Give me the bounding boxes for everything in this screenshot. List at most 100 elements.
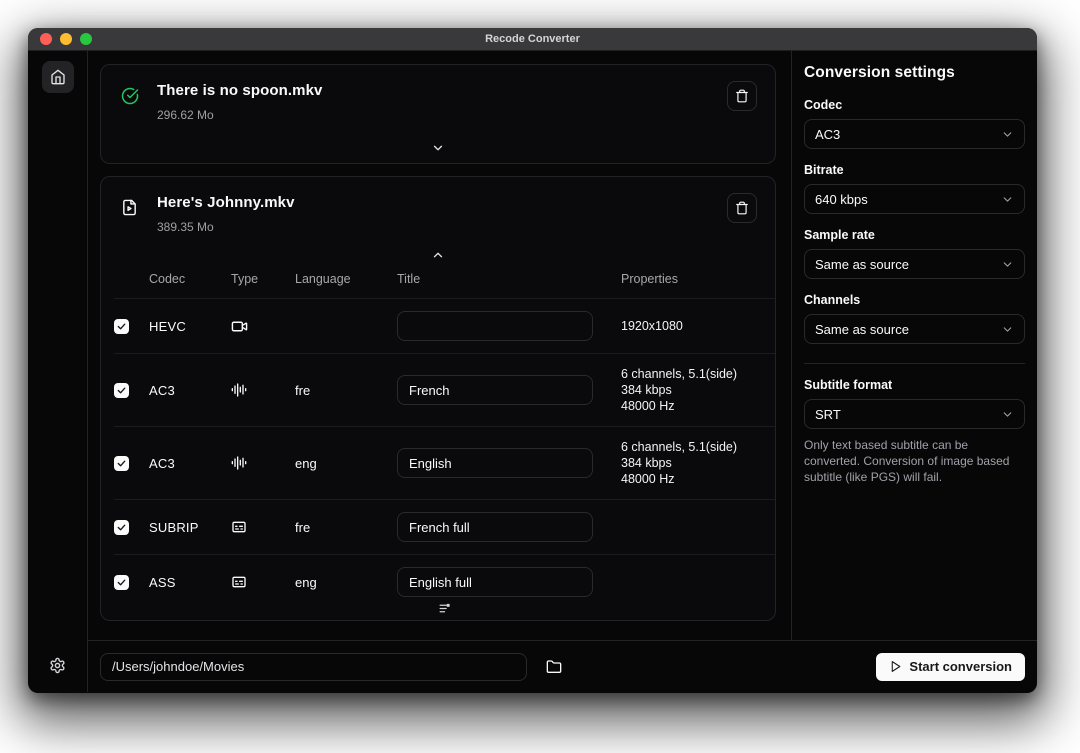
- track-title-input[interactable]: [397, 567, 593, 597]
- settings-button[interactable]: [45, 652, 71, 678]
- track-language: eng: [295, 575, 397, 590]
- property-line: 384 kbps: [621, 382, 775, 398]
- gear-icon: [49, 657, 66, 674]
- minimize-button[interactable]: [60, 33, 72, 45]
- start-conversion-button[interactable]: Start conversion: [876, 653, 1025, 681]
- chevron-down-icon: [1001, 408, 1014, 421]
- track-language: fre: [295, 520, 397, 535]
- track-checkbox[interactable]: [114, 520, 129, 535]
- captions-icon: [231, 519, 247, 535]
- track-codec: SUBRIP: [149, 520, 231, 535]
- chevron-down-icon: [1001, 128, 1014, 141]
- check-icon: [116, 385, 127, 396]
- track-table-header: Codec Type Language Title Properties: [114, 272, 775, 286]
- chevron-down-icon: [1001, 258, 1014, 271]
- track-row: ASS eng: [114, 554, 775, 609]
- delete-file-button[interactable]: [727, 81, 757, 111]
- file-video-icon: [121, 199, 139, 216]
- column-header-language: Language: [295, 272, 397, 286]
- track-title-input[interactable]: [397, 448, 593, 478]
- expand-file-toggle[interactable]: [101, 137, 775, 163]
- folder-icon: [546, 659, 562, 675]
- start-conversion-label: Start conversion: [909, 659, 1012, 674]
- track-type: [231, 519, 295, 535]
- track-language: fre: [295, 383, 397, 398]
- bitrate-value: 640 kbps: [815, 192, 868, 207]
- subtitle-note: Only text based subtitle can be converte…: [804, 438, 1025, 486]
- track-row: SUBRIP fre: [114, 499, 775, 554]
- check-icon: [116, 577, 127, 588]
- traffic-lights: [40, 33, 92, 45]
- file-name: There is no spoon.mkv: [157, 81, 322, 101]
- column-header-properties: Properties: [621, 272, 775, 286]
- file-name: Here's Johnny.mkv: [157, 193, 295, 213]
- list-end-icon: [114, 602, 775, 620]
- video-icon: [231, 318, 248, 335]
- track-type: [231, 574, 295, 590]
- track-checkbox[interactable]: [114, 319, 129, 334]
- codec-select[interactable]: AC3: [804, 119, 1025, 149]
- track-language: eng: [295, 456, 397, 471]
- bitrate-select[interactable]: 640 kbps: [804, 184, 1025, 214]
- captions-icon: [231, 574, 247, 590]
- app-window: Recode Converter: [28, 28, 1037, 693]
- settings-heading: Conversion settings: [804, 64, 1025, 82]
- file-size: 389.35 Mo: [157, 220, 295, 234]
- close-button[interactable]: [40, 33, 52, 45]
- audio-lines-icon: [231, 455, 247, 471]
- channels-select[interactable]: Same as source: [804, 314, 1025, 344]
- window-title: Recode Converter: [28, 33, 1037, 45]
- channels-value: Same as source: [815, 322, 909, 337]
- sidebar: [28, 51, 88, 692]
- sample-rate-select[interactable]: Same as source: [804, 249, 1025, 279]
- file-card-converted: There is no spoon.mkv 296.62 Mo: [100, 64, 776, 164]
- track-type: [231, 455, 295, 471]
- column-header-type: Type: [231, 272, 295, 286]
- track-checkbox[interactable]: [114, 575, 129, 590]
- sample-rate-value: Same as source: [815, 257, 909, 272]
- audio-lines-icon: [231, 382, 247, 398]
- track-row: HEVC 1920x1080: [114, 298, 775, 353]
- codec-value: AC3: [815, 127, 840, 142]
- track-codec: ASS: [149, 575, 231, 590]
- property-line: 6 channels, 5.1(side): [621, 439, 775, 455]
- track-title-input[interactable]: [397, 311, 593, 341]
- property-line: 384 kbps: [621, 455, 775, 471]
- track-properties: 6 channels, 5.1(side)384 kbps48000 Hz: [621, 366, 775, 414]
- track-row: AC3 fre 6 channels, 5.1(side)384 kbps480…: [114, 353, 775, 426]
- settings-divider: [804, 363, 1025, 364]
- subtitle-format-select[interactable]: SRT: [804, 399, 1025, 429]
- track-row: AC3 eng 6 channels, 5.1(side)384 kbps480…: [114, 426, 775, 499]
- property-line: 48000 Hz: [621, 398, 775, 414]
- footer-bar: Start conversion: [88, 640, 1037, 692]
- conversion-settings-panel: Conversion settings Codec AC3 Bitrate 64…: [791, 51, 1037, 640]
- chevron-up-icon: [431, 248, 445, 262]
- collapse-file-toggle[interactable]: [101, 234, 775, 272]
- check-circle-icon: [121, 87, 139, 105]
- track-checkbox[interactable]: [114, 456, 129, 471]
- channels-label: Channels: [804, 293, 1025, 307]
- bitrate-label: Bitrate: [804, 163, 1025, 177]
- zoom-button[interactable]: [80, 33, 92, 45]
- file-size: 296.62 Mo: [157, 108, 322, 122]
- track-checkbox[interactable]: [114, 383, 129, 398]
- chevron-down-icon: [1001, 323, 1014, 336]
- subtitle-format-label: Subtitle format: [804, 378, 1025, 392]
- track-title-input[interactable]: [397, 375, 593, 405]
- codec-label: Codec: [804, 98, 1025, 112]
- track-table: Codec Type Language Title Properties HEV…: [101, 272, 775, 620]
- property-line: 1920x1080: [621, 318, 775, 334]
- column-header-title: Title: [397, 272, 621, 286]
- titlebar: Recode Converter: [28, 28, 1037, 51]
- column-header-codec: Codec: [149, 272, 231, 286]
- track-codec: AC3: [149, 383, 231, 398]
- browse-folder-button[interactable]: [540, 653, 568, 681]
- sidebar-item-home[interactable]: [42, 61, 74, 93]
- track-title-input[interactable]: [397, 512, 593, 542]
- chevron-down-icon: [431, 141, 445, 155]
- check-icon: [116, 321, 127, 332]
- output-path-input[interactable]: [100, 653, 527, 681]
- delete-file-button[interactable]: [727, 193, 757, 223]
- chevron-down-icon: [1001, 193, 1014, 206]
- track-type: [231, 382, 295, 398]
